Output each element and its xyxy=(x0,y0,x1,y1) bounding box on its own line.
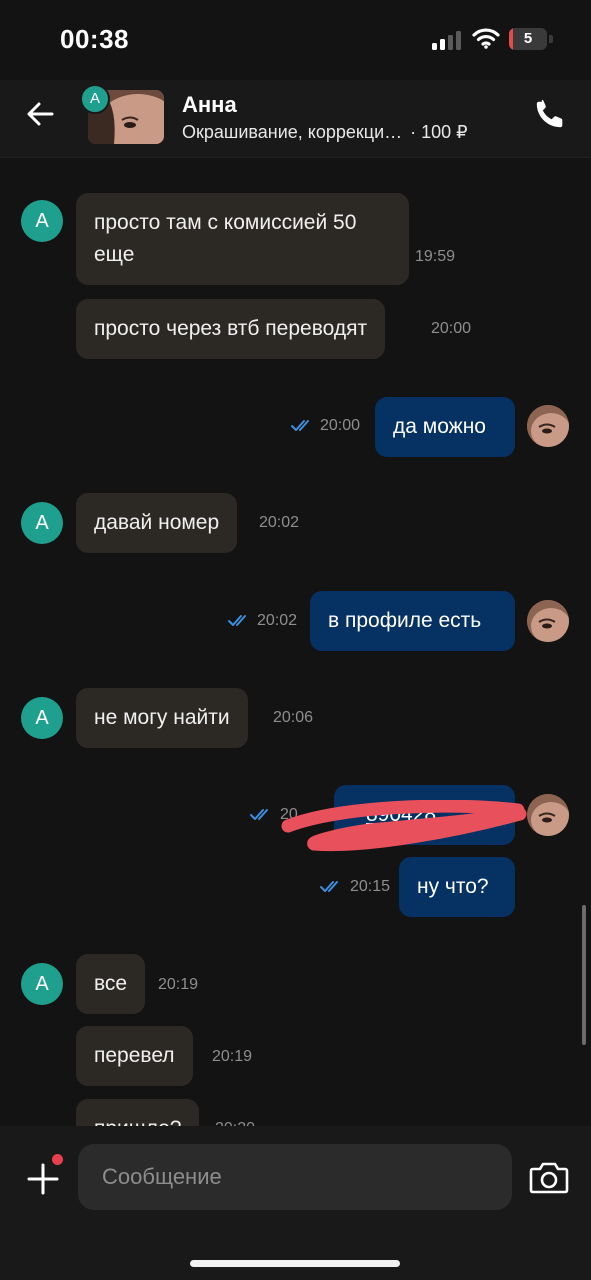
incoming-message[interactable]: не могу найти xyxy=(76,688,248,748)
my-avatar[interactable] xyxy=(527,794,569,836)
message-time: 20:19 xyxy=(158,976,199,993)
message-time: 20:15 xyxy=(350,878,391,895)
message-text: давай номер xyxy=(94,511,220,534)
listing-info[interactable]: Окрашивание, коррекци… · 100 ₽ xyxy=(182,122,468,143)
sender-avatar[interactable]: А xyxy=(21,502,63,544)
listing-title: Окрашивание, коррекци… xyxy=(182,122,403,142)
message-time: 20:02 xyxy=(259,514,300,531)
wifi-icon xyxy=(472,28,500,49)
message-text: в профиле есть xyxy=(328,609,482,632)
message-time: 20:00 xyxy=(320,417,361,434)
double-check-icon xyxy=(320,881,338,892)
cellular-signal-icon xyxy=(432,31,461,50)
sender-avatar[interactable]: А xyxy=(21,963,63,1005)
message-input[interactable] xyxy=(78,1144,512,1210)
message-text: ну что? xyxy=(417,875,489,898)
notification-dot xyxy=(52,1154,63,1165)
double-check-icon xyxy=(291,420,309,431)
incoming-message[interactable]: просто там с комиссией 50 еще xyxy=(76,193,409,285)
sender-avatar[interactable]: А xyxy=(21,200,63,242)
plus-icon[interactable] xyxy=(26,1162,60,1196)
my-avatar[interactable] xyxy=(527,600,569,642)
camera-icon[interactable] xyxy=(529,1160,569,1194)
my-avatar[interactable] xyxy=(527,405,569,447)
message-time: 20:06 xyxy=(273,709,314,726)
arrow-left-icon[interactable] xyxy=(22,94,62,134)
message-time: 20:00 xyxy=(431,320,472,337)
sender-avatar[interactable]: А xyxy=(21,697,63,739)
outgoing-message[interactable]: ну что? xyxy=(399,857,515,917)
message-text: просто там с комиссией 50 еще xyxy=(94,211,357,266)
message-time: 20:02 xyxy=(257,612,298,629)
home-indicator[interactable] xyxy=(190,1260,400,1267)
message-text: все xyxy=(94,972,128,995)
double-check-icon xyxy=(250,809,268,820)
message-time: 19:59 xyxy=(415,248,456,265)
listing-price: · 100 ₽ xyxy=(410,122,468,142)
outgoing-message[interactable]: да можно xyxy=(375,397,515,457)
chat-header: А Анна Окрашивание, коррекци… · 100 ₽ xyxy=(0,80,591,158)
message-time: 20:19 xyxy=(212,1048,253,1065)
status-bar: 00:38 5 xyxy=(0,0,591,80)
battery-level: 5 xyxy=(523,30,533,47)
battery-icon: 5 xyxy=(509,28,553,50)
redaction-scribble xyxy=(281,800,527,852)
contact-name[interactable]: Анна xyxy=(182,92,237,118)
status-time: 00:38 xyxy=(60,24,129,54)
incoming-message[interactable]: просто через втб переводят xyxy=(76,299,386,359)
seller-avatar-badge: А xyxy=(80,84,110,114)
incoming-message[interactable]: давай номер xyxy=(76,493,238,553)
message-text: просто через втб переводят xyxy=(94,317,368,340)
phone-icon[interactable] xyxy=(532,96,568,132)
incoming-message[interactable]: перевел xyxy=(76,1026,193,1086)
scrollbar[interactable] xyxy=(582,905,586,1045)
double-check-icon xyxy=(228,615,246,626)
incoming-message[interactable]: все xyxy=(76,954,146,1014)
message-text: не могу найти xyxy=(94,706,230,729)
message-composer xyxy=(0,1126,591,1280)
outgoing-message[interactable]: в профиле есть xyxy=(310,591,515,651)
message-text: перевел xyxy=(94,1044,175,1067)
message-text: да можно xyxy=(393,415,486,438)
